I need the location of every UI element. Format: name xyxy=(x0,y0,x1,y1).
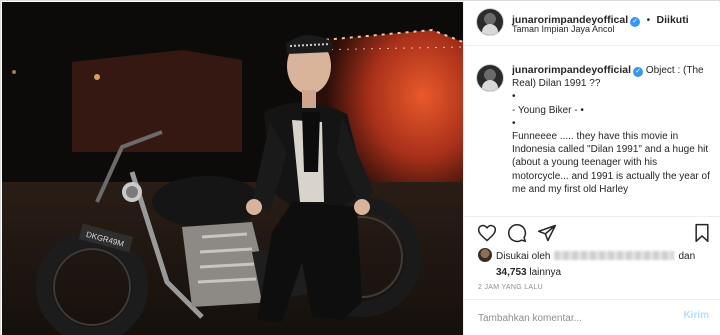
caption-line: Funneeee ..... they have this movie in I… xyxy=(512,131,710,195)
post-comment-button[interactable]: Kirim xyxy=(683,310,709,321)
share-icon[interactable] xyxy=(537,223,557,243)
caption-line: • xyxy=(512,117,516,129)
caption-username[interactable]: junarorimpandeyofficial xyxy=(512,64,631,76)
header-separator: • xyxy=(646,15,651,26)
instagram-post: DKGR49M junarorimpandeyoffical ✓ • Diiku… xyxy=(0,0,720,335)
comment-bar: Kirim xyxy=(464,299,720,335)
caption-author-avatar[interactable] xyxy=(476,64,504,92)
post-header: junarorimpandeyoffical ✓ • Diikuti Taman … xyxy=(464,2,720,46)
blurred-liker-name xyxy=(554,251,675,260)
caption-line: • xyxy=(512,91,516,103)
heart-icon[interactable] xyxy=(477,223,497,243)
follow-state-button[interactable]: Diikuti xyxy=(657,14,689,26)
likes-count[interactable]: 34,753 xyxy=(496,267,527,278)
post-caption: junarorimpandeyofficial ✓ Object : (The R… xyxy=(512,64,712,214)
comment-input[interactable] xyxy=(478,310,668,326)
bookmark-icon[interactable] xyxy=(692,223,712,243)
post-photo[interactable]: DKGR49M xyxy=(2,2,463,335)
verified-badge-icon: ✓ xyxy=(630,17,641,27)
likes-suffix[interactable]: lainnya xyxy=(529,267,561,278)
likes-summary: Disukai oleh dan 34,753 lainnya xyxy=(478,248,718,281)
liker-avatar[interactable] xyxy=(478,248,492,262)
caption-verified-badge-icon: ✓ xyxy=(633,67,644,77)
comment-icon[interactable] xyxy=(507,223,527,243)
author-avatar[interactable] xyxy=(476,8,504,36)
post-side-panel: junarorimpandeyoffical ✓ • Diikuti Taman … xyxy=(463,2,720,335)
post-location-link[interactable]: Taman Impian Jaya Ancol xyxy=(512,24,615,34)
post-actions-bar xyxy=(464,216,720,246)
photo-illustration: DKGR49M xyxy=(2,2,463,335)
caption-line: - Young Biker - • xyxy=(512,104,584,116)
likes-and: dan xyxy=(678,251,696,262)
likes-prefix: Disukai oleh xyxy=(496,251,551,262)
post-timestamp[interactable]: 2 JAM YANG LALU xyxy=(478,284,543,291)
